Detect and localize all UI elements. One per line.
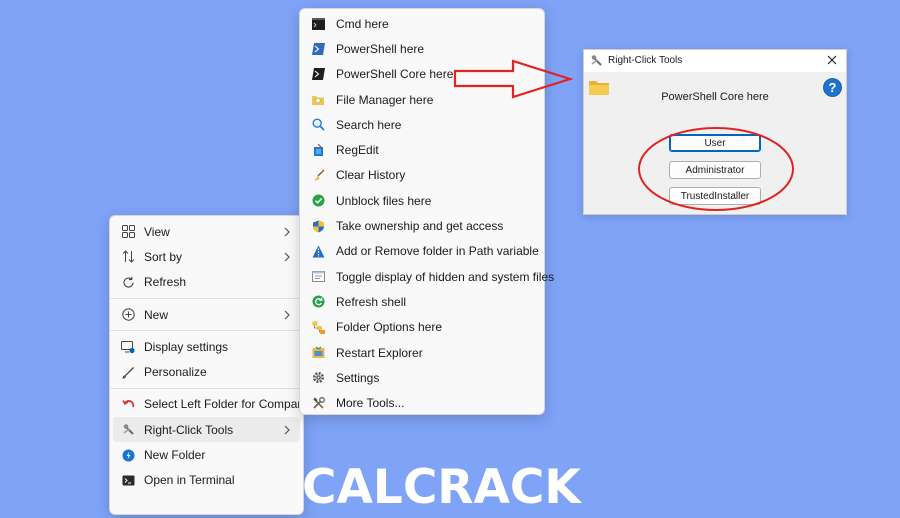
menu-item-label: Select Left Folder for Compare bbox=[144, 397, 309, 412]
menu-item-label: Open in Terminal bbox=[144, 473, 235, 488]
dialog-heading: PowerShell Core here bbox=[661, 91, 769, 103]
tools-icon bbox=[591, 55, 602, 66]
tools-icon bbox=[121, 423, 135, 437]
menu-item-label: New bbox=[144, 307, 169, 322]
menu-item-label: View bbox=[144, 224, 170, 239]
menu-item-label: Right-Click Tools bbox=[144, 422, 234, 437]
tools-item-label: Settings bbox=[336, 370, 380, 385]
gear-icon bbox=[311, 371, 325, 385]
check-circle-icon bbox=[311, 194, 325, 208]
powershell-core-icon bbox=[311, 67, 325, 81]
menu-item-right-click-tools[interactable]: Right-Click Tools bbox=[113, 417, 300, 443]
hidden-files-icon bbox=[311, 270, 325, 284]
tools-item-label: PowerShell Core here bbox=[336, 67, 454, 82]
sort-icon bbox=[121, 250, 135, 264]
plus-circle-icon bbox=[121, 308, 135, 322]
user-button[interactable]: User bbox=[669, 134, 761, 152]
tools-item-more-tools[interactable]: More Tools... bbox=[300, 390, 544, 415]
tools-item-cmd-here[interactable]: Cmd here bbox=[300, 11, 544, 36]
menu-separator bbox=[110, 387, 303, 389]
watermark-text: CALCRACK bbox=[302, 460, 581, 515]
dialog-title: Right-Click Tools bbox=[608, 55, 683, 66]
tools-item-toggle-hidden-files[interactable]: Toggle display of hidden and system file… bbox=[300, 264, 554, 289]
new-folder-icon bbox=[121, 448, 135, 462]
terminal-icon bbox=[121, 473, 135, 487]
refresh-shell-icon bbox=[311, 295, 325, 309]
menu-item-sort-by[interactable]: Sort by bbox=[110, 244, 303, 269]
tools-item-clear-history[interactable]: Clear History bbox=[300, 163, 544, 188]
tools-item-label: More Tools... bbox=[336, 396, 405, 411]
tools-item-label: Restart Explorer bbox=[336, 345, 423, 360]
tools-item-label: RegEdit bbox=[336, 143, 379, 158]
tools-item-take-ownership[interactable]: Take ownership and get access bbox=[300, 213, 544, 238]
tools-item-label: PowerShell here bbox=[336, 41, 425, 56]
search-icon bbox=[311, 118, 325, 132]
chevron-right-icon bbox=[284, 425, 290, 435]
tools-item-file-manager-here[interactable]: File Manager here bbox=[300, 87, 544, 112]
refresh-icon bbox=[121, 275, 135, 289]
broom-icon bbox=[311, 168, 325, 182]
tools-item-folder-options-here[interactable]: Folder Options here bbox=[300, 315, 544, 340]
administrator-button[interactable]: Administrator bbox=[669, 161, 761, 179]
close-icon[interactable] bbox=[824, 52, 840, 68]
tools-item-path-variable[interactable]: Add or Remove folder in Path variable bbox=[300, 239, 544, 264]
tools-item-search-here[interactable]: Search here bbox=[300, 112, 544, 137]
tools-item-label: Take ownership and get access bbox=[336, 219, 504, 234]
file-manager-icon bbox=[311, 93, 325, 107]
shield-icon bbox=[311, 219, 325, 233]
powershell-icon bbox=[311, 42, 325, 56]
grid-view-icon bbox=[121, 225, 135, 239]
tools-item-label: Toggle display of hidden and system file… bbox=[336, 269, 555, 284]
folder-options-icon bbox=[311, 320, 325, 334]
menu-item-new[interactable]: New bbox=[110, 302, 303, 327]
tools-item-label: Clear History bbox=[336, 168, 406, 183]
menu-separator bbox=[110, 330, 303, 332]
tools-item-label: Cmd here bbox=[336, 16, 389, 31]
menu-item-personalize[interactable]: Personalize bbox=[110, 359, 303, 384]
restart-explorer-icon bbox=[311, 346, 325, 360]
menu-item-view[interactable]: View bbox=[110, 219, 303, 244]
menu-item-label: Sort by bbox=[144, 249, 183, 264]
menu-item-label: Personalize bbox=[144, 365, 207, 380]
cmd-icon bbox=[311, 17, 325, 31]
tools-item-label: Add or Remove folder in Path variable bbox=[336, 244, 539, 259]
menu-item-label: Refresh bbox=[144, 275, 187, 290]
tools-item-regedit[interactable]: RegEdit bbox=[300, 137, 544, 162]
regedit-icon bbox=[311, 143, 325, 157]
tools-item-label: Folder Options here bbox=[336, 320, 443, 335]
path-icon bbox=[311, 244, 325, 258]
dialog-titlebar: Right-Click Tools bbox=[584, 50, 846, 72]
menu-item-new-folder[interactable]: New Folder bbox=[110, 442, 303, 467]
right-click-tools-dialog: Right-Click Tools ? PowerShell Core here… bbox=[583, 49, 847, 215]
chevron-right-icon bbox=[284, 252, 290, 262]
tools-item-powershell-core-here[interactable]: PowerShell Core here bbox=[300, 62, 544, 87]
desktop-context-menu: View Sort by Refresh New Display setting… bbox=[109, 215, 308, 515]
chevron-right-icon bbox=[284, 227, 290, 237]
tools-item-label: Refresh shell bbox=[336, 294, 407, 309]
tools-item-powershell-here[interactable]: PowerShell here bbox=[300, 36, 544, 61]
menu-item-select-left-folder[interactable]: Select Left Folder for Compare bbox=[110, 392, 308, 417]
menu-item-refresh[interactable]: Refresh bbox=[110, 270, 303, 295]
trustedinstaller-button[interactable]: TrustedInstaller bbox=[669, 187, 761, 205]
more-tools-icon bbox=[311, 396, 325, 410]
compare-icon bbox=[121, 397, 135, 411]
tools-item-label: Unblock files here bbox=[336, 193, 432, 208]
menu-item-label: New Folder bbox=[144, 448, 206, 463]
right-click-tools-submenu: Cmd here PowerShell here PowerShell Core… bbox=[299, 8, 554, 415]
tools-item-restart-explorer[interactable]: Restart Explorer bbox=[300, 340, 544, 365]
tools-item-refresh-shell[interactable]: Refresh shell bbox=[300, 289, 544, 314]
tools-item-label: Search here bbox=[336, 117, 402, 132]
chevron-right-icon bbox=[284, 310, 290, 319]
tools-item-unblock-files-here[interactable]: Unblock files here bbox=[300, 188, 544, 213]
menu-item-display-settings[interactable]: Display settings bbox=[110, 334, 303, 359]
menu-separator bbox=[110, 297, 303, 299]
tools-item-settings[interactable]: Settings bbox=[300, 365, 544, 390]
menu-item-open-in-terminal[interactable]: Open in Terminal bbox=[110, 468, 303, 493]
menu-item-label: Display settings bbox=[144, 339, 229, 354]
display-settings-icon bbox=[121, 340, 135, 354]
brush-icon bbox=[121, 365, 135, 379]
tools-item-label: File Manager here bbox=[336, 92, 434, 107]
